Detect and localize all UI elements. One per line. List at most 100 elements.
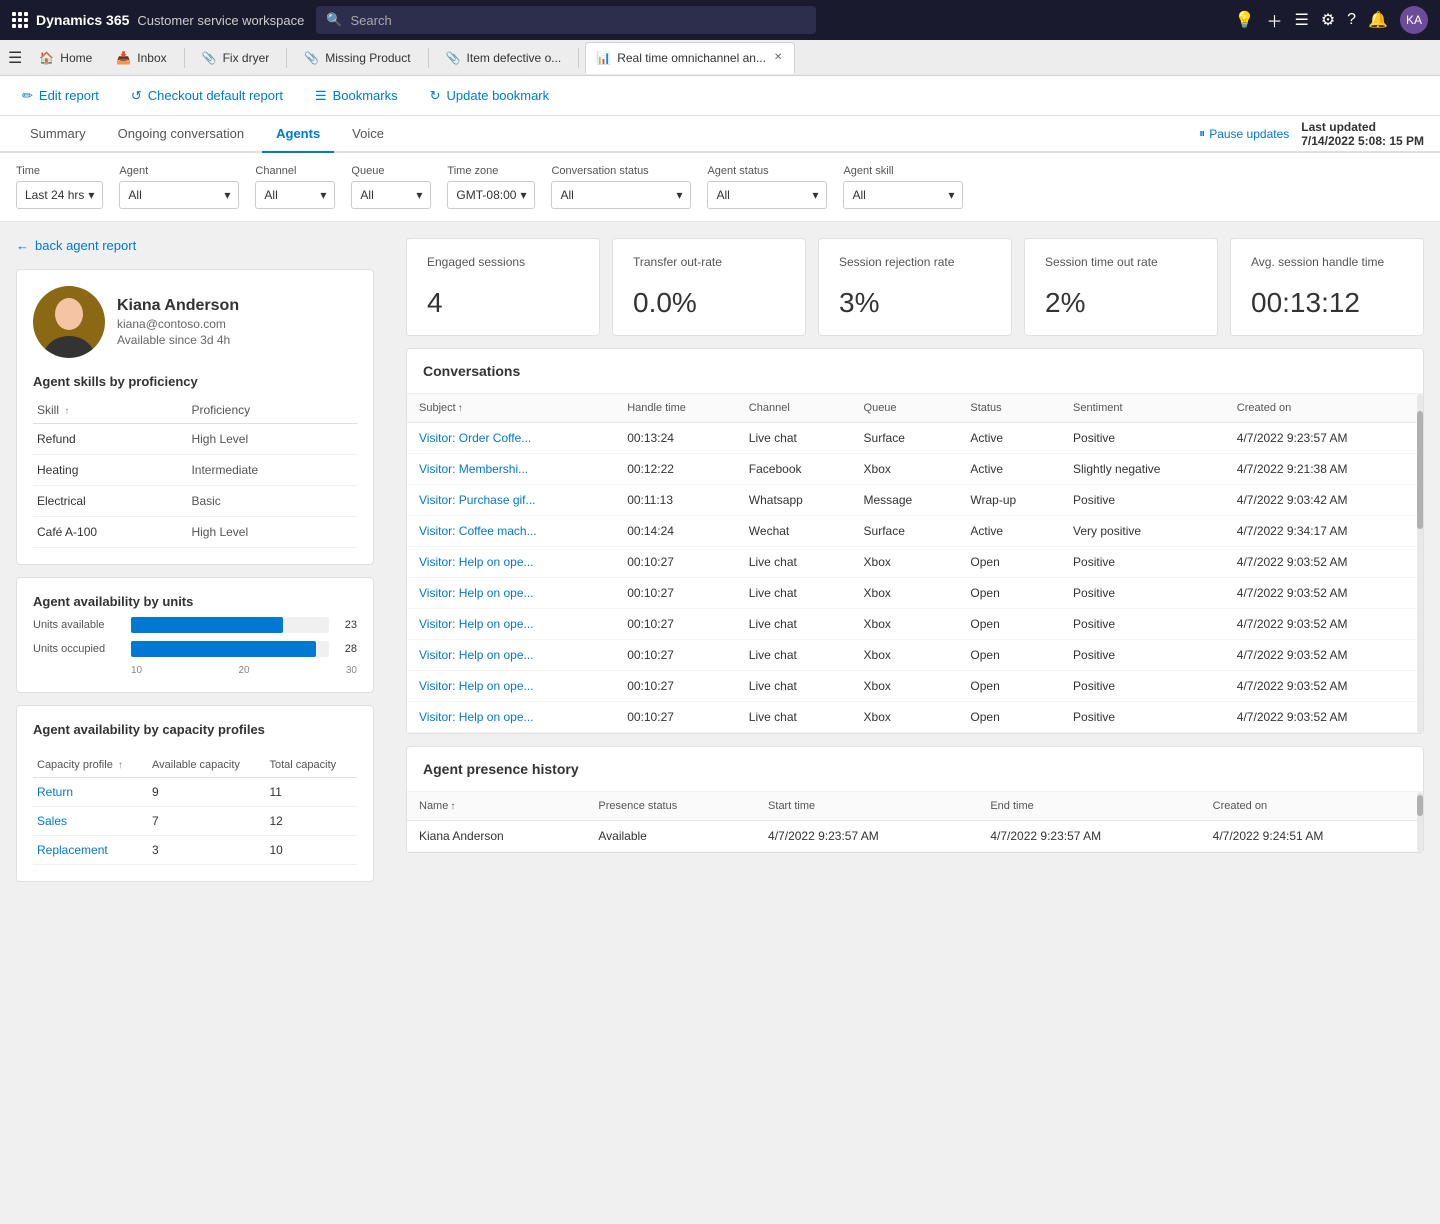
edit-report-button[interactable]: ✏ Edit report xyxy=(16,84,105,108)
report-tabs-bar: Summary Ongoing conversation Agents Voic… xyxy=(0,116,1440,153)
list-item: Kiana Anderson Available 4/7/2022 9:23:5… xyxy=(407,820,1423,851)
presence-col-header: Created on xyxy=(1201,792,1423,821)
table-row: Visitor: Help on ope... 00:10:27 Live ch… xyxy=(407,701,1423,732)
main-content: ← back agent report Kiana Anderson kiana… xyxy=(0,222,1440,1224)
capacity-sort-icon[interactable]: ↑ xyxy=(118,760,123,771)
metric-value: 4 xyxy=(427,287,579,319)
filter-time: Time Last 24 hrs ▾ xyxy=(16,165,103,209)
presence-history-card: Agent presence history Name↑Presence sta… xyxy=(406,746,1424,853)
presence-scroll-thumb[interactable] xyxy=(1417,795,1423,816)
tab-home[interactable]: 🏠 Home xyxy=(28,42,103,74)
agent-info: Kiana Anderson kiana@contoso.com Availab… xyxy=(33,286,357,358)
metric-value: 3% xyxy=(839,287,991,319)
tab-close-icon[interactable]: ✕ xyxy=(772,50,784,65)
scroll-thumb[interactable] xyxy=(1417,411,1423,530)
metric-card: Transfer out-rate 0.0% xyxy=(612,238,806,336)
brand-name: Dynamics 365 xyxy=(36,12,129,28)
tab-menu-icon[interactable]: ☰ xyxy=(8,48,22,68)
capacity-table: Capacity profile ↑ Available capacity To… xyxy=(33,753,357,865)
presence-scroll-track[interactable] xyxy=(1417,792,1423,852)
filter-conv-status: Conversation status All ▾ xyxy=(551,165,691,209)
filter-timezone: Time zone GMT-08:00 ▾ xyxy=(447,165,535,209)
chart-icon: 📊 xyxy=(596,51,611,65)
conversations-table: Subject↑Handle timeChannelQueueStatusSen… xyxy=(407,394,1423,733)
help-icon[interactable]: ? xyxy=(1347,11,1356,29)
bookmarks-button[interactable]: ☰ Bookmarks xyxy=(309,84,404,108)
table-row: Visitor: Membershi... 00:12:22 Facebook … xyxy=(407,453,1423,484)
scroll-track[interactable] xyxy=(1417,394,1423,733)
conv-col-header: Status xyxy=(958,394,1061,423)
filters-bar: Time Last 24 hrs ▾ Agent All ▾ Channel A… xyxy=(0,153,1440,222)
tab-real-time[interactable]: 📊 Real time omnichannel an... ✕ xyxy=(585,42,795,74)
global-search-bar[interactable]: 🔍 xyxy=(316,6,816,34)
capacity-profiles-card: Agent availability by capacity profiles … xyxy=(16,705,374,882)
update-bookmark-button[interactable]: ↻ Update bookmark xyxy=(424,84,556,108)
metric-title: Session rejection rate xyxy=(839,255,991,271)
presence-col-header: Start time xyxy=(756,792,978,821)
metric-card: Session time out rate 2% xyxy=(1024,238,1218,336)
timezone-filter-select[interactable]: GMT-08:00 ▾ xyxy=(447,181,535,209)
hamburger-icon[interactable]: ☰ xyxy=(1294,10,1308,30)
presence-col-header: End time xyxy=(978,792,1200,821)
metric-title: Avg. session handle time xyxy=(1251,255,1403,271)
left-panel: ← back agent report Kiana Anderson kiana… xyxy=(0,222,390,1224)
presence-col-header: Name↑ xyxy=(407,792,586,821)
conv-sort-icon[interactable]: ↑ xyxy=(458,403,463,414)
availability-by-units-card: Agent availability by units Units availa… xyxy=(16,577,374,693)
chevron-down-icon: ▾ xyxy=(88,188,94,202)
conv-status-filter-select[interactable]: All ▾ xyxy=(551,181,691,209)
table-row: Visitor: Purchase gif... 00:11:13 Whatsa… xyxy=(407,484,1423,515)
bar-chart: Units available 23 Units occupied 28 xyxy=(33,617,357,657)
bar-fill xyxy=(131,617,283,633)
conv-col-header: Sentiment xyxy=(1061,394,1225,423)
tab-summary[interactable]: Summary xyxy=(16,116,100,153)
chevron-down-icon-8: ▾ xyxy=(948,188,954,202)
capacity-row: Return911 xyxy=(33,778,357,807)
notification-icon[interactable]: 🔔 xyxy=(1368,10,1388,30)
agent-status-filter-select[interactable]: All ▾ xyxy=(707,181,827,209)
sort-icon[interactable]: ↑ xyxy=(64,406,69,417)
checkout-default-button[interactable]: ↺ Checkout default report xyxy=(125,84,289,108)
chevron-down-icon-7: ▾ xyxy=(812,188,818,202)
time-filter-select[interactable]: Last 24 hrs ▾ xyxy=(16,181,103,209)
channel-filter-select[interactable]: All ▾ xyxy=(255,181,335,209)
metric-value: 00:13:12 xyxy=(1251,287,1403,319)
tab-item-defective[interactable]: 📎 Item defective o... xyxy=(435,42,573,74)
lightbulb-icon[interactable]: 💡 xyxy=(1235,10,1255,30)
tab-separator-3 xyxy=(428,48,429,68)
tab-fix-dryer[interactable]: 📎 Fix dryer xyxy=(191,42,281,74)
back-navigation[interactable]: ← back agent report xyxy=(16,238,374,253)
user-avatar[interactable]: KA xyxy=(1400,6,1428,34)
agent-name: Kiana Anderson xyxy=(117,297,239,315)
skills-section-title: Agent skills by proficiency xyxy=(33,374,357,389)
tab-separator-1 xyxy=(184,48,185,68)
tab-ongoing-conversation[interactable]: Ongoing conversation xyxy=(104,116,258,153)
agent-filter-select[interactable]: All ▾ xyxy=(119,181,239,209)
pause-updates-button[interactable]: ⏸ Pause updates xyxy=(1199,126,1289,141)
proficiency-col-header: Proficiency xyxy=(187,397,357,424)
app-logo: Dynamics 365 Customer service workspace xyxy=(12,12,304,28)
nav-actions: 💡 ＋ ☰ ⚙ ? 🔔 KA xyxy=(1235,6,1428,34)
metric-value: 0.0% xyxy=(633,287,785,319)
inbox-icon: 📥 xyxy=(116,51,131,65)
add-icon[interactable]: ＋ xyxy=(1266,8,1282,32)
search-input[interactable] xyxy=(350,13,806,28)
skill-row: Café A-100High Level xyxy=(33,517,357,548)
tab-inbox[interactable]: 📥 Inbox xyxy=(105,42,177,74)
presence-title: Agent presence history xyxy=(407,747,1423,792)
agent-details: Kiana Anderson kiana@contoso.com Availab… xyxy=(117,297,239,347)
tab-voice[interactable]: Voice xyxy=(338,116,398,153)
metric-title: Transfer out-rate xyxy=(633,255,785,271)
skill-row: RefundHigh Level xyxy=(33,424,357,455)
bar-row: Units available 23 xyxy=(33,617,357,633)
queue-filter-select[interactable]: All ▾ xyxy=(351,181,431,209)
presence-sort-icon[interactable]: ↑ xyxy=(450,801,455,812)
tab-missing-product[interactable]: 📎 Missing Product xyxy=(293,42,421,74)
settings-icon[interactable]: ⚙ xyxy=(1321,10,1335,30)
tab-agents[interactable]: Agents xyxy=(262,116,334,153)
home-icon: 🏠 xyxy=(39,51,54,65)
presence-table: Name↑Presence statusStart timeEnd timeCr… xyxy=(407,792,1423,852)
waffle-menu-icon[interactable] xyxy=(12,12,28,28)
link-icon-3: 📎 xyxy=(446,51,461,65)
agent-skill-filter-select[interactable]: All ▾ xyxy=(843,181,963,209)
